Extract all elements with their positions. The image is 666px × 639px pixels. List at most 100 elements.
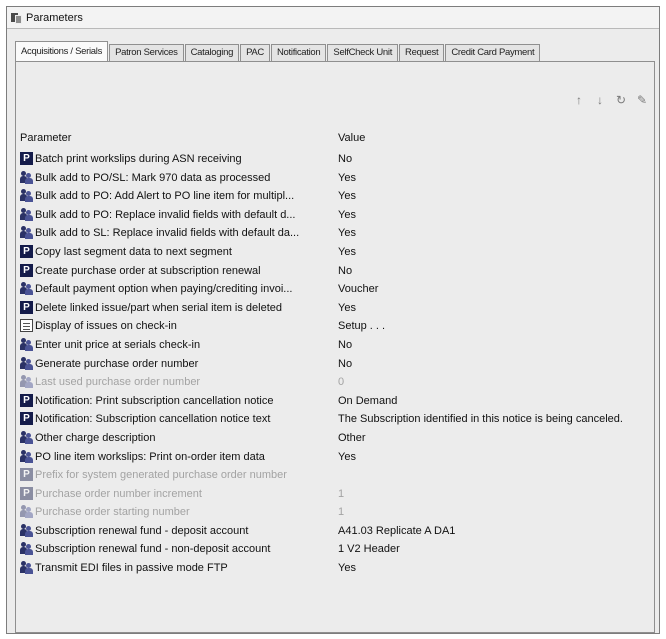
- parameter-name: Generate purchase order number: [35, 357, 199, 370]
- tab-panel: ↑ ↓ ↻ ✎ Parameter Value P Batch print wor…: [15, 61, 655, 633]
- parameter-p-icon: P: [20, 300, 33, 314]
- table-row[interactable]: Enter unit price at serials check-in No: [16, 336, 654, 355]
- table-row[interactable]: P Delete linked issue/part when serial it…: [16, 299, 654, 318]
- parameter-name: Delete linked issue/part when serial ite…: [35, 301, 283, 314]
- parameter-value: No: [338, 264, 353, 277]
- table-row[interactable]: Bulk add to SL: Replace invalid fields w…: [16, 224, 654, 243]
- table-row[interactable]: Subscription renewal fund - non-deposit …: [16, 540, 654, 559]
- parameter-value: No: [338, 357, 353, 370]
- arrow-up-icon[interactable]: ↑: [573, 94, 585, 106]
- table-row[interactable]: P Prefix for system generated purchase or…: [16, 466, 654, 485]
- grid-window-icon: [20, 319, 33, 333]
- parameter-value: Voucher: [338, 283, 379, 296]
- parameter-p-icon: P: [20, 263, 33, 277]
- header-parameter[interactable]: Parameter: [20, 132, 71, 144]
- staff-users-icon: [20, 189, 33, 203]
- parameter-name: Bulk add to PO: Replace invalid fields w…: [35, 208, 296, 221]
- parameter-name: Bulk add to PO: Add Alert to PO line ite…: [35, 190, 295, 203]
- arrow-down-icon[interactable]: ↓: [594, 94, 606, 106]
- table-row[interactable]: P Batch print workslips during ASN receiv…: [16, 150, 654, 169]
- table-row[interactable]: P Notification: Print subscription cancel…: [16, 392, 654, 411]
- table-row[interactable]: Transmit EDI files in passive mode FTP Ye…: [16, 559, 654, 578]
- parameter-value: Yes: [338, 227, 356, 240]
- title-bar: Parameters: [7, 7, 659, 29]
- staff-users-icon: [20, 170, 33, 184]
- tab-selfcheck-unit[interactable]: SelfCheck Unit: [327, 44, 399, 61]
- table-row[interactable]: Default payment option when paying/credi…: [16, 280, 654, 299]
- parameter-p-icon: P: [20, 468, 33, 482]
- parameter-name: Bulk add to PO/SL: Mark 970 data as proc…: [35, 171, 271, 184]
- table-row[interactable]: Other charge description Other: [16, 429, 654, 448]
- table-row[interactable]: Bulk add to PO: Replace invalid fields w…: [16, 206, 654, 225]
- parameter-name: Display of issues on check-in: [35, 320, 177, 333]
- parameter-p-icon: P: [20, 412, 33, 426]
- parameter-name: Subscription renewal fund - deposit acco…: [35, 524, 249, 537]
- parameter-name: Default payment option when paying/credi…: [35, 283, 293, 296]
- table-row[interactable]: Display of issues on check-in Setup . . .: [16, 317, 654, 336]
- parameter-name: Copy last segment data to next segment: [35, 245, 232, 258]
- parameter-value: 1: [338, 506, 345, 519]
- parameter-name: PO line item workslips: Print on-order i…: [35, 450, 265, 463]
- staff-users-icon: [20, 282, 33, 296]
- parameter-name: Subscription renewal fund - non-deposit …: [35, 543, 271, 556]
- table-row[interactable]: P Notification: Subscription cancellation…: [16, 410, 654, 429]
- staff-users-icon: [20, 356, 33, 370]
- table-row[interactable]: Bulk add to PO: Add Alert to PO line ite…: [16, 187, 654, 206]
- staff-users-icon: [20, 523, 33, 537]
- staff-users-icon: [20, 542, 33, 556]
- parameter-name: Purchase order starting number: [35, 506, 190, 519]
- toolbar: ↑ ↓ ↻ ✎: [573, 94, 648, 106]
- header-value[interactable]: Value: [338, 132, 365, 144]
- staff-users-icon: [20, 449, 33, 463]
- refresh-icon[interactable]: ↻: [615, 94, 627, 106]
- parameter-value: 0: [338, 376, 345, 389]
- staff-users-icon: [20, 375, 33, 389]
- parameter-value: Yes: [338, 301, 356, 314]
- table-row[interactable]: Generate purchase order number No: [16, 355, 654, 374]
- staff-users-icon: [20, 505, 33, 519]
- tab-strip: Acquisitions / Serials Patron Services Cat…: [15, 41, 541, 61]
- table-row[interactable]: Last used purchase order number 0: [16, 373, 654, 392]
- parameter-p-icon: P: [20, 152, 33, 165]
- table-row[interactable]: Bulk add to PO/SL: Mark 970 data as proc…: [16, 169, 654, 188]
- parameter-name: Last used purchase order number: [35, 376, 201, 389]
- table-row[interactable]: P Copy last segment data to next segment Y…: [16, 243, 654, 262]
- parameter-value: No: [338, 338, 353, 351]
- tab-acquisitions-serials[interactable]: Acquisitions / Serials: [15, 41, 109, 61]
- parameter-name: Create purchase order at subscription re…: [35, 264, 261, 277]
- staff-users-icon: [20, 430, 33, 444]
- parameter-name: Transmit EDI files in passive mode FTP: [35, 562, 228, 575]
- tab-credit-card-payment[interactable]: Credit Card Payment: [445, 44, 541, 61]
- staff-users-icon: [20, 207, 33, 221]
- parameter-value: Yes: [338, 190, 356, 203]
- table-row[interactable]: Subscription renewal fund - deposit acco…: [16, 522, 654, 541]
- parameter-value: Yes: [338, 245, 356, 258]
- parameter-name: Purchase order number increment: [35, 487, 202, 500]
- parameter-p-icon: P: [20, 244, 33, 258]
- edit-icon[interactable]: ✎: [636, 94, 648, 106]
- parameter-value: On Demand: [338, 394, 398, 407]
- tab-request[interactable]: Request: [399, 44, 445, 61]
- parameter-p-icon: P: [20, 486, 33, 500]
- parameter-value: Yes: [338, 450, 356, 463]
- parameter-name: Enter unit price at serials check-in: [35, 338, 201, 351]
- table-row[interactable]: Purchase order starting number 1: [16, 503, 654, 522]
- table-header: Parameter Value: [16, 129, 654, 147]
- tab-cataloging[interactable]: Cataloging: [184, 44, 240, 61]
- parameter-name: Other charge description: [35, 431, 156, 444]
- parameter-value: Yes: [338, 562, 356, 575]
- parameter-value: Other: [338, 431, 366, 444]
- parameter-value: Setup . . .: [338, 320, 386, 333]
- table-row[interactable]: PO line item workslips: Print on-order i…: [16, 448, 654, 467]
- tab-notification[interactable]: Notification: [271, 44, 327, 61]
- table-row[interactable]: P Create purchase order at subscription r…: [16, 262, 654, 281]
- tab-pac[interactable]: PAC: [240, 44, 270, 61]
- parameter-value: No: [338, 153, 353, 165]
- parameter-value: A41.03 Replicate A DA1: [338, 524, 456, 537]
- parameter-value: Yes: [338, 208, 356, 221]
- tab-patron-services[interactable]: Patron Services: [109, 44, 184, 61]
- parameters-window: Parameters Acquisitions / Serials Patron …: [6, 6, 660, 634]
- parameter-value: Yes: [338, 171, 356, 184]
- table-row[interactable]: P Purchase order number increment 1: [16, 485, 654, 504]
- parameter-name: Bulk add to SL: Replace invalid fields w…: [35, 227, 300, 240]
